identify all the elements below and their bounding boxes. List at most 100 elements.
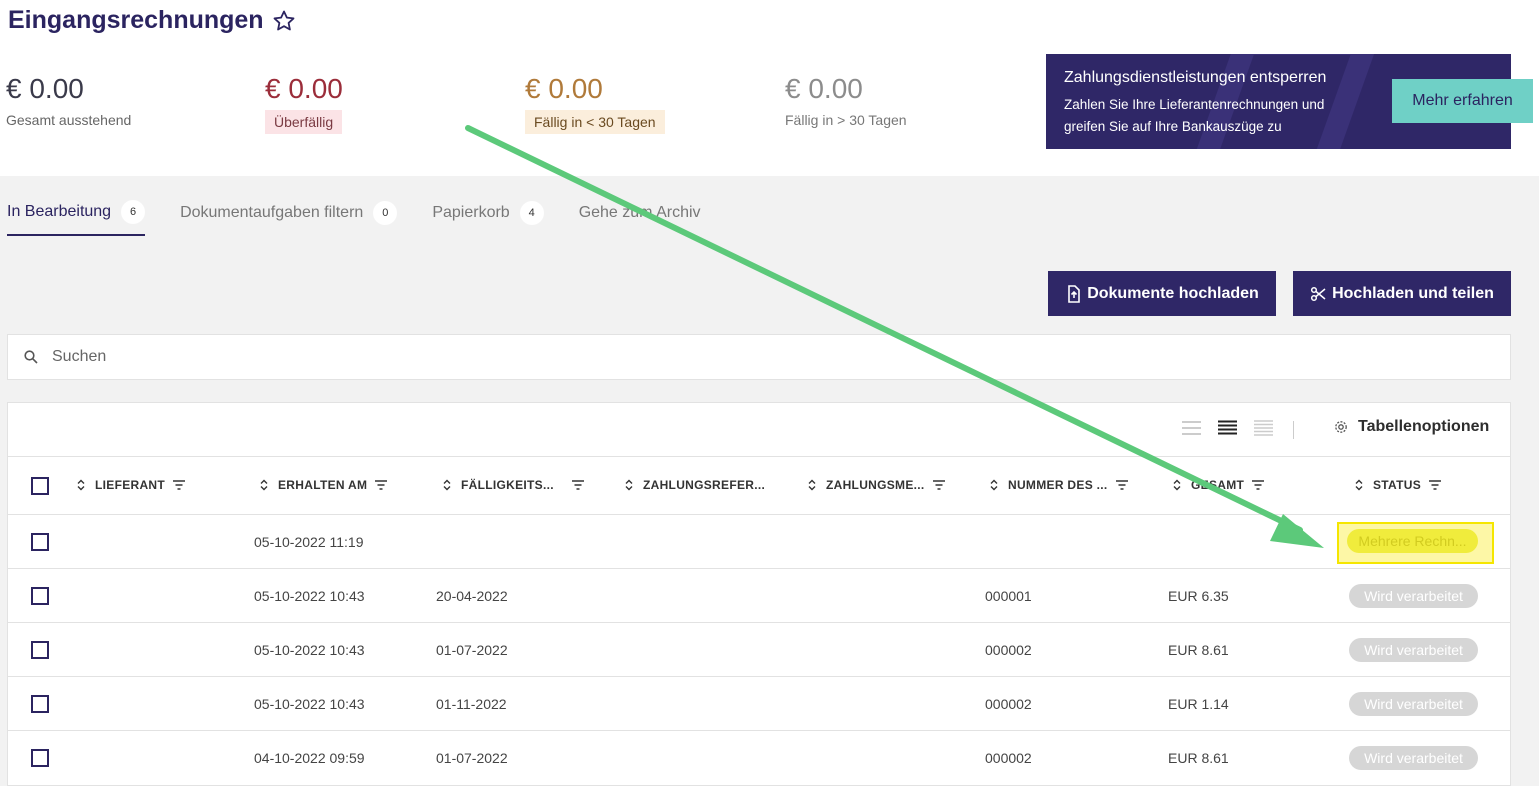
page-title: Eingangsrechnungen xyxy=(8,6,296,35)
cell-total: EUR 6.35 xyxy=(1168,588,1229,604)
row-checkbox[interactable] xyxy=(31,641,49,659)
search-input[interactable] xyxy=(52,348,952,366)
column-header-payment-reference[interactable]: ZAHLUNGSREFER... xyxy=(623,478,765,492)
kpi-amount: € 0.00 xyxy=(6,73,84,104)
kpi-label: Gesamt ausstehend xyxy=(6,112,132,128)
sort-icon[interactable] xyxy=(1353,479,1365,491)
tab-count-badge: 6 xyxy=(121,200,146,224)
table-row[interactable]: 04-10-2022 09:59 01-07-2022 000002 EUR 8… xyxy=(8,731,1510,785)
upload-button-label: Dokumente hochladen xyxy=(1087,284,1259,302)
select-all-checkbox[interactable] xyxy=(31,477,49,495)
density-icon-compact[interactable] xyxy=(1254,420,1273,436)
cell-due-date: 20-04-2022 xyxy=(436,588,508,604)
kpi-total-outstanding: € 0.00 Gesamt ausstehend xyxy=(6,72,131,130)
sort-icon[interactable] xyxy=(623,479,635,491)
density-icon-standard[interactable] xyxy=(1218,420,1237,436)
kpi-amount: € 0.00 xyxy=(785,73,863,104)
search-bar xyxy=(7,334,1511,380)
status-badge: Wird verarbeitet xyxy=(1349,638,1478,662)
column-header-total[interactable]: GESAMT xyxy=(1171,478,1265,492)
page-title-text: Eingangsrechnungen xyxy=(8,6,264,34)
tab-in-progress[interactable]: In Bearbeitung 6 xyxy=(7,198,146,236)
tab-filter-tasks[interactable]: Dokumentaufgaben filtern 0 xyxy=(180,198,398,236)
main-content: In Bearbeitung 6 Dokumentaufgaben filter… xyxy=(0,176,1539,786)
row-checkbox[interactable] xyxy=(31,749,49,767)
status-badge: Wird verarbeitet xyxy=(1349,746,1478,770)
sort-icon[interactable] xyxy=(1171,479,1183,491)
row-checkbox[interactable] xyxy=(31,695,49,713)
tab-bar: In Bearbeitung 6 Dokumentaufgaben filter… xyxy=(7,198,701,236)
density-switcher xyxy=(1182,420,1273,436)
cell-received: 05-10-2022 10:43 xyxy=(254,642,365,658)
table-toolbar: Tabellenoptionen xyxy=(8,403,1510,457)
table-row[interactable]: 05-10-2022 10:43 20-04-2022 000001 EUR 6… xyxy=(8,569,1510,623)
cell-invoice-number: 000001 xyxy=(985,588,1032,604)
cell-invoice-number: 000002 xyxy=(985,750,1032,766)
status-badge: Wird verarbeitet xyxy=(1349,692,1478,716)
gear-icon xyxy=(1335,421,1347,433)
upload-and-split-button[interactable]: Hochladen und teilen xyxy=(1293,271,1511,316)
tab-label: Papierkorb xyxy=(432,204,510,221)
upload-documents-button[interactable]: Dokumente hochladen xyxy=(1048,271,1276,316)
column-header-supplier[interactable]: LIEFERANT xyxy=(75,478,186,492)
sort-icon[interactable] xyxy=(441,479,453,491)
tab-archive[interactable]: Gehe zum Archiv xyxy=(579,198,701,236)
filter-icon[interactable] xyxy=(571,479,584,491)
toolbar-divider xyxy=(1293,421,1294,439)
star-icon[interactable] xyxy=(272,9,296,33)
table-row[interactable]: 05-10-2022 10:43 01-11-2022 000002 EUR 1… xyxy=(8,677,1510,731)
cell-received: 04-10-2022 09:59 xyxy=(254,750,365,766)
column-header-payment-method[interactable]: ZAHLUNGSME... xyxy=(806,478,945,492)
kpi-label: Fällig in < 30 Tagen xyxy=(525,110,665,134)
column-label: STATUS xyxy=(1373,478,1422,492)
promo-title: Zahlungsdienstleistungen entsperren xyxy=(1064,69,1327,86)
cell-due-date: 01-07-2022 xyxy=(436,642,508,658)
column-header-invoice-number[interactable]: NUMMER DES ... xyxy=(988,478,1128,492)
invoice-table: Tabellenoptionen LIEFERANT ERHALTEN AM F… xyxy=(7,402,1511,786)
column-header-status[interactable]: STATUS xyxy=(1353,478,1442,492)
row-checkbox[interactable] xyxy=(31,533,49,551)
learn-more-button[interactable]: Mehr erfahren xyxy=(1392,79,1533,123)
filter-icon[interactable] xyxy=(1252,479,1265,491)
sort-icon[interactable] xyxy=(806,479,818,491)
column-label: ZAHLUNGSME... xyxy=(826,478,925,492)
table-row[interactable]: 05-10-2022 11:19 Mehrere Rechn... xyxy=(8,515,1510,569)
filter-icon[interactable] xyxy=(1115,479,1128,491)
table-row[interactable]: 05-10-2022 10:43 01-07-2022 000002 EUR 8… xyxy=(8,623,1510,677)
filter-icon[interactable] xyxy=(173,479,186,491)
cell-received: 05-10-2022 10:43 xyxy=(254,696,365,712)
column-label: GESAMT xyxy=(1191,478,1245,492)
row-checkbox[interactable] xyxy=(31,587,49,605)
table-options-label: Tabellenoptionen xyxy=(1358,418,1490,435)
cell-total: EUR 1.14 xyxy=(1168,696,1229,712)
column-header-due-date[interactable]: FÄLLIGKEITS... xyxy=(441,478,584,492)
cell-invoice-number: 000002 xyxy=(985,696,1032,712)
filter-icon[interactable] xyxy=(375,479,388,491)
kpi-due-under-30: € 0.00 Fällig in < 30 Tagen xyxy=(525,72,665,134)
sort-icon[interactable] xyxy=(75,479,87,491)
kpi-amount: € 0.00 xyxy=(265,73,343,104)
table-options-button[interactable]: Tabellenoptionen xyxy=(1334,418,1489,436)
promo-text: Zahlen Sie Ihre Lieferantenrechnungen un… xyxy=(1064,97,1325,134)
tab-label: In Bearbeitung xyxy=(7,203,112,220)
tab-label: Dokumentaufgaben filtern xyxy=(180,204,364,221)
tab-trash[interactable]: Papierkorb 4 xyxy=(432,198,544,236)
page-header: Eingangsrechnungen € 0.00 Gesamt aussteh… xyxy=(0,0,1539,176)
scissors-icon xyxy=(1311,286,1326,301)
sort-icon[interactable] xyxy=(258,479,270,491)
cell-received: 05-10-2022 10:43 xyxy=(254,588,365,604)
upload-icon xyxy=(1068,284,1081,303)
filter-icon[interactable] xyxy=(1429,479,1442,491)
column-label: ERHALTEN AM xyxy=(278,478,368,492)
column-label: LIEFERANT xyxy=(95,478,166,492)
column-header-received[interactable]: ERHALTEN AM xyxy=(258,478,388,492)
density-icon-relaxed[interactable] xyxy=(1182,420,1201,436)
status-badge[interactable]: Mehrere Rechn... xyxy=(1347,529,1478,553)
filter-icon[interactable] xyxy=(932,479,945,491)
kpi-due-over-30: € 0.00 Fällig in > 30 Tagen xyxy=(785,72,907,130)
column-label: ZAHLUNGSREFER... xyxy=(643,478,766,492)
status-badge: Wird verarbeitet xyxy=(1349,584,1478,608)
tab-count-badge: 4 xyxy=(519,201,544,225)
sort-icon[interactable] xyxy=(988,479,1000,491)
cell-total: EUR 8.61 xyxy=(1168,750,1229,766)
